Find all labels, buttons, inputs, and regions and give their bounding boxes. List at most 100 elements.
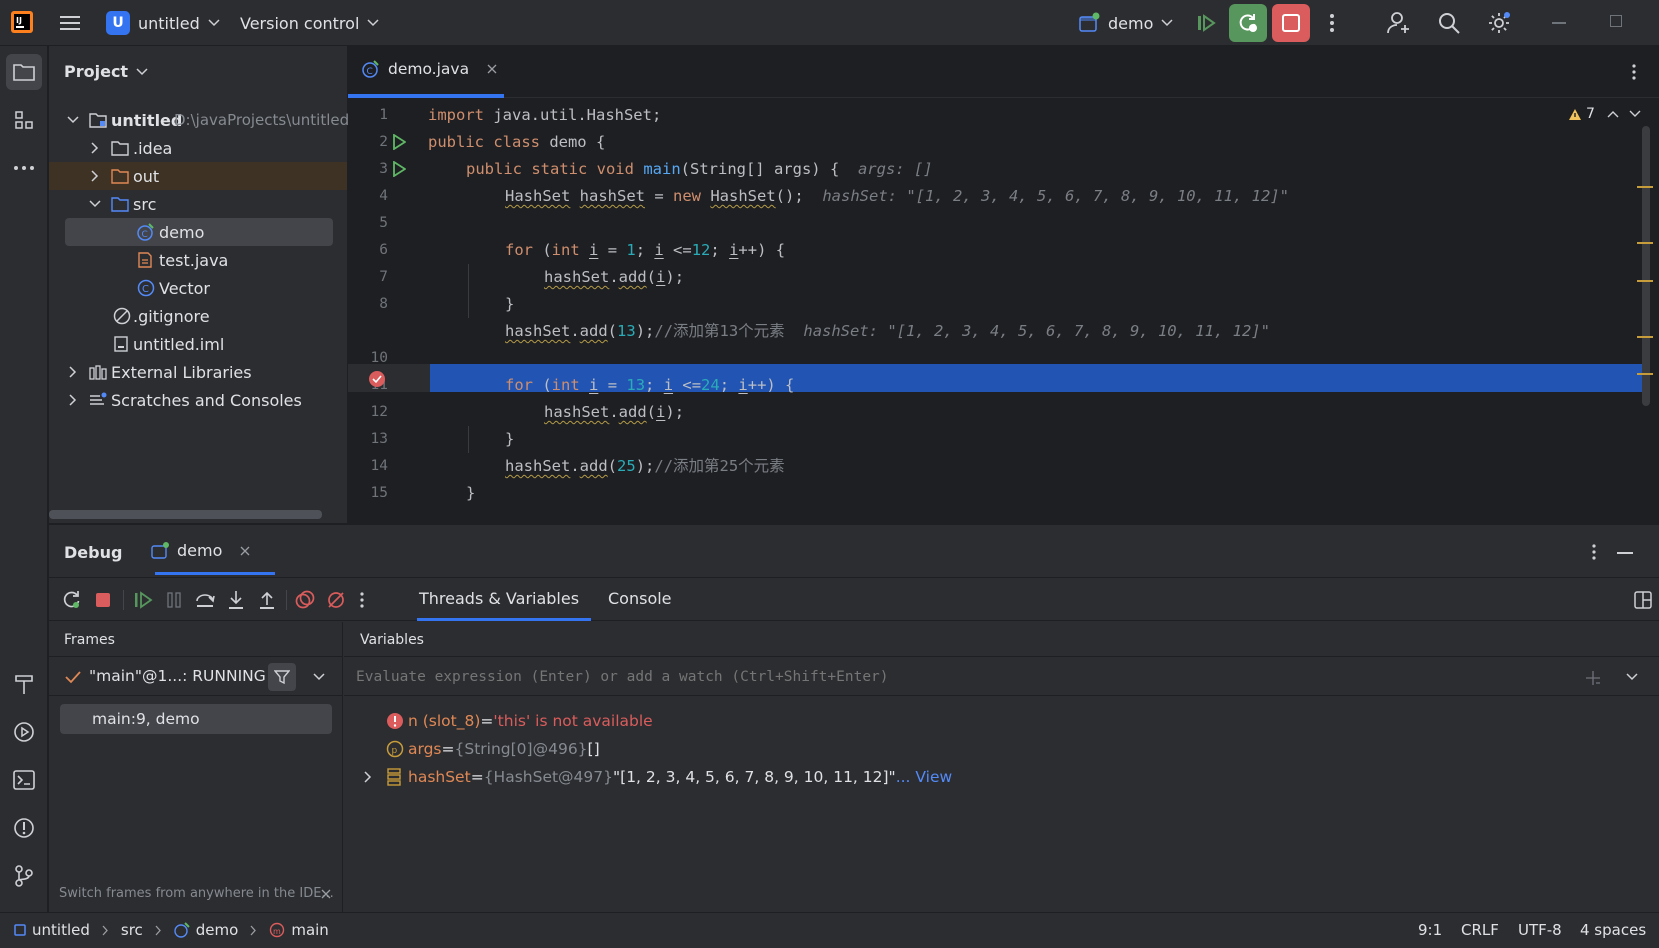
caret-position[interactable]: 9:1	[1418, 921, 1442, 939]
tree-item-out[interactable]: out	[49, 162, 347, 190]
debug-options-icon[interactable]	[1584, 541, 1604, 563]
tree-item-label: demo	[159, 222, 205, 242]
problems-icon[interactable]	[6, 810, 42, 846]
breadcrumb-item[interactable]: src	[121, 921, 143, 939]
parameter-icon: p	[386, 740, 404, 758]
tab-threads-variables[interactable]: Threads & Variables	[419, 589, 579, 608]
breadcrumb-item[interactable]: untitled	[32, 921, 90, 939]
frame-row[interactable]: main:9, demo	[60, 704, 332, 734]
horizontal-scrollbar[interactable]	[49, 510, 322, 519]
resume-program-icon[interactable]	[132, 589, 154, 611]
more-actions-icon[interactable]	[355, 589, 369, 611]
debug-session-tab[interactable]: demo	[151, 541, 250, 560]
code-with-me-icon[interactable]	[1386, 10, 1412, 36]
step-out-icon[interactable]	[256, 589, 278, 611]
structure-icon[interactable]	[6, 102, 42, 138]
project-switcher[interactable]: U untitled	[106, 8, 220, 38]
project-panel-header[interactable]: Project	[64, 62, 148, 81]
warning-stripe-mark[interactable]	[1637, 186, 1653, 188]
more-tools-icon[interactable]	[6, 150, 42, 186]
run-gutter-icon[interactable]	[392, 134, 406, 150]
main-menu-icon[interactable]	[58, 11, 82, 35]
warning-stripe-mark[interactable]	[1637, 242, 1653, 244]
tree-item-src[interactable]: src	[49, 190, 347, 218]
intellij-logo-icon[interactable]: IJ	[10, 10, 34, 34]
code-token: add	[579, 322, 608, 340]
variable-row-hashset[interactable]: hashSet = {HashSet@497} "[1, 2, 3, 4, 5,…	[344, 763, 952, 791]
chevron-right-icon[interactable]	[364, 771, 372, 783]
stop-icon[interactable]	[92, 589, 114, 611]
chevron-right-icon	[69, 394, 77, 406]
build-hammer-icon[interactable]	[6, 666, 42, 702]
close-icon[interactable]	[487, 64, 497, 74]
evaluate-expression-input[interactable]	[356, 665, 1476, 689]
line-separator[interactable]: CRLF	[1461, 921, 1499, 939]
pause-icon[interactable]	[163, 589, 185, 611]
line-number: 10	[370, 350, 388, 366]
run-gutter-icon[interactable]	[392, 161, 406, 177]
run-config-selector[interactable]: demo	[1078, 8, 1173, 38]
tree-item-untitled[interactable]: untitled D:\javaProjects\untitled	[49, 106, 349, 134]
breadcrumb-item[interactable]: demo	[196, 921, 239, 939]
view-breakpoints-icon[interactable]	[294, 589, 316, 611]
inline-debug-value: hashSet: "[1, 2, 3, 4, 5, 6, 7, 8, 9, 10…	[822, 187, 1289, 205]
services-icon[interactable]	[6, 714, 42, 750]
view-link[interactable]: ... View	[896, 768, 953, 786]
code-token: ;	[635, 241, 655, 259]
tree-item-demo[interactable]: C demo	[65, 218, 333, 246]
code-line-3: public static void main(String[] args) {…	[466, 156, 933, 183]
resume-program-icon[interactable]	[1192, 10, 1220, 36]
tree-item-scratches[interactable]: Scratches and Consoles	[49, 386, 347, 414]
tree-item-gitignore[interactable]: .gitignore	[49, 302, 347, 330]
hide-panel-icon[interactable]	[1617, 552, 1633, 554]
code-token: i	[589, 376, 599, 394]
ignored-file-icon	[113, 307, 131, 325]
rerun-icon[interactable]	[61, 589, 83, 611]
maximize-window-icon[interactable]	[1610, 15, 1622, 27]
editor-tab-demo-java[interactable]: C demo.java	[362, 60, 497, 78]
warning-stripe-mark[interactable]	[1637, 373, 1653, 375]
step-into-icon[interactable]	[225, 589, 247, 611]
tree-item-idea[interactable]: .idea	[49, 134, 347, 162]
variable-row-n[interactable]: n (slot_8) = 'this' is not available	[344, 707, 653, 735]
rerun-debug-button[interactable]	[1229, 4, 1267, 42]
chevron-down-icon[interactable]	[1626, 673, 1638, 681]
tree-item-vector[interactable]: C Vector	[49, 274, 347, 302]
svg-text:C: C	[142, 230, 148, 240]
vcs-widget[interactable]: Version control	[240, 8, 379, 38]
close-icon[interactable]	[321, 889, 331, 899]
chevron-down-icon[interactable]	[313, 673, 325, 681]
tab-options-icon[interactable]	[1624, 60, 1644, 84]
terminal-icon[interactable]	[6, 762, 42, 798]
step-over-icon[interactable]	[194, 589, 216, 611]
variable-row-args[interactable]: p args = {String[0]@496} []	[344, 735, 600, 763]
indent-setting[interactable]: 4 spaces	[1580, 921, 1646, 939]
file-encoding[interactable]: UTF-8	[1518, 921, 1562, 939]
breakpoint-icon[interactable]	[368, 370, 386, 388]
tree-item-untitled-iml[interactable]: untitled.iml	[49, 330, 347, 358]
git-icon[interactable]	[6, 858, 42, 894]
tab-console[interactable]: Console	[608, 589, 672, 608]
search-icon[interactable]	[1436, 10, 1462, 36]
stop-button[interactable]	[1272, 4, 1310, 42]
settings-gear-icon[interactable]	[1485, 9, 1513, 37]
project-name: untitled	[138, 13, 200, 33]
thread-selector[interactable]: "main"@1...: RUNNING	[49, 656, 343, 696]
tree-item-external-libraries[interactable]: External Libraries	[49, 358, 347, 386]
minimize-window-icon[interactable]	[1552, 22, 1566, 24]
project-folder-icon[interactable]	[6, 54, 42, 90]
close-icon[interactable]	[240, 546, 250, 556]
breadcrumb-item[interactable]: main	[291, 921, 328, 939]
more-actions-icon[interactable]	[1322, 10, 1342, 36]
filter-icon[interactable]	[268, 663, 296, 691]
tree-item-test-java[interactable]: test.java	[49, 246, 347, 274]
layout-settings-icon[interactable]	[1633, 590, 1653, 610]
code-token: public class	[428, 133, 540, 151]
vertical-scrollbar[interactable]	[1642, 126, 1650, 406]
add-watch-icon[interactable]	[1584, 669, 1602, 687]
mute-breakpoints-icon[interactable]	[325, 589, 347, 611]
warning-stripe-mark[interactable]	[1637, 280, 1653, 282]
warning-stripe-mark[interactable]	[1637, 336, 1653, 338]
chevron-down-icon	[208, 19, 220, 27]
code-area[interactable]: 1 2 3 4 5 6 7 8 10 11 12 13 14 15 import…	[348, 102, 1648, 523]
